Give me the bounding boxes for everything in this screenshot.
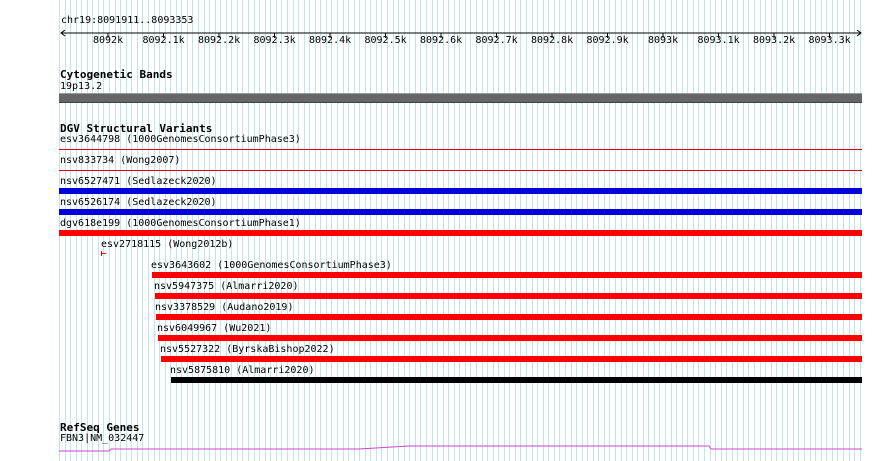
ruler-tick-label: 8092.7k [475,35,518,46]
ruler-tick-label: 8093k [648,35,679,46]
dgv-feature-bar[interactable] [155,293,862,299]
dgv-feature-bar[interactable] [59,188,862,194]
dgv-feature-label[interactable]: esv2718115 (Wong2012b) [101,239,233,251]
ruler-tick-label: 8092.9k [586,35,629,46]
track-title-cytobands[interactable]: Cytogenetic Bands [60,68,173,81]
dgv-feature-bar[interactable] [156,314,862,320]
dgv-feature-bar[interactable] [152,272,862,278]
dgv-feature-bar[interactable] [101,253,106,254]
genome-browser-image: chr19:8091911..8093353 8092k 8092.1k 8092.… [0,0,890,461]
dgv-feature-label[interactable]: nsv5947375 (Almarri2020) [154,281,299,293]
ruler-tick-label: 8093.3k [808,35,851,46]
ruler-tick-label: 8092.4k [309,35,352,46]
dgv-feature-label[interactable]: nsv5875810 (Almarri2020) [170,365,315,377]
ruler-tick-label: 8092.5k [364,35,407,46]
dgv-feature-label[interactable]: esv3643602 (1000GenomesConsortiumPhase3) [151,260,392,272]
dgv-feature-label[interactable]: nsv833734 (Wong2007) [60,155,180,167]
cytoband-bar[interactable] [59,93,862,103]
position-label: chr19:8091911..8093353 [61,15,194,26]
dgv-feature-bar[interactable] [59,209,862,215]
dgv-feature-label[interactable]: nsv6527471 (Sedlazeck2020) [60,176,217,188]
ruler-tick-label: 8092k [93,35,124,46]
dgv-feature-label[interactable]: nsv6049967 (Wu2021) [157,323,271,335]
cytoband-label: 19p13.2 [60,81,103,92]
dgv-feature-bar[interactable] [59,170,862,171]
ruler-tick-label: 8092.3k [253,35,296,46]
ruler-tick-label: 8092.2k [198,35,241,46]
dgv-feature-bar[interactable] [161,356,862,362]
dgv-feature-bar[interactable] [171,377,862,383]
refseq-gene-line[interactable] [59,442,862,454]
ruler-tick-label: 8092.1k [142,35,185,46]
ruler-tick-label: 8092.6k [420,35,463,46]
dgv-feature-bar[interactable] [59,230,862,236]
ruler-tick-label: 8093.1k [697,35,740,46]
ruler-tick-label: 8093.2k [753,35,796,46]
dgv-feature-bar[interactable] [59,149,862,150]
dgv-feature-label[interactable]: dgv618e199 (1000GenomesConsortiumPhase1) [60,218,301,230]
ruler-tick-label: 8092.8k [531,35,574,46]
dgv-feature-label[interactable]: nsv3378529 (Audano2019) [155,302,293,314]
dgv-feature-label[interactable]: nsv5527322 (ByrskaBishop2022) [160,344,335,356]
dgv-feature-label[interactable]: esv3644798 (1000GenomesConsortiumPhase3) [60,134,301,146]
dgv-feature-bar[interactable] [158,335,862,341]
dgv-feature-label[interactable]: nsv6526174 (Sedlazeck2020) [60,197,217,209]
